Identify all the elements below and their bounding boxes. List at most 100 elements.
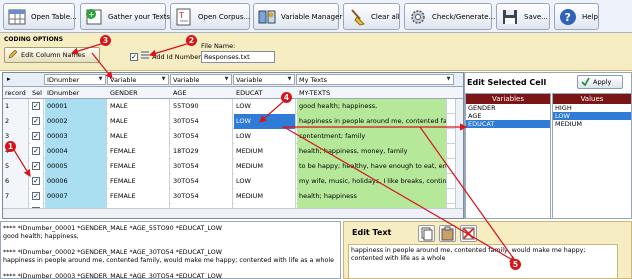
col-mytexts[interactable]: MY-TEXTS — [297, 87, 447, 99]
value-item[interactable]: HIGH — [553, 104, 631, 112]
header-type-mytexts[interactable]: My Texts ▼ — [296, 74, 454, 85]
table-row[interactable]: 2 ✓ 00002 MALE 30TO54 LOW happiness in people … — [3, 114, 463, 129]
grid-horizontal-scrollbar[interactable] — [3, 208, 463, 218]
cell-mytexts[interactable]: to be happy; healthy, have enough to eat… — [297, 159, 447, 174]
corpus-output-text[interactable]: **** *IDnumber_00001 *GENDER_MALE *AGE_5… — [0, 221, 341, 279]
variable-item[interactable]: EDUCAT — [466, 120, 550, 128]
grid-vertical-scrollbar[interactable] — [455, 99, 463, 209]
cell-educat[interactable]: LOW — [234, 129, 296, 144]
cell-sel-checkbox[interactable]: ✓ — [30, 174, 44, 189]
header-type-age[interactable]: Variable ▼ — [170, 74, 232, 85]
cell-record[interactable]: 7 — [3, 189, 29, 204]
col-age[interactable]: AGE — [171, 87, 233, 99]
cell-idnumber[interactable]: 00004 — [45, 144, 107, 159]
cell-age[interactable]: 18TO29 — [171, 144, 233, 159]
table-row[interactable]: 6 ✓ 00006 FEMALE 30TO54 LOW my wife, music, ho… — [3, 174, 463, 189]
table-row[interactable]: 4✓00004FEMALE18TO29MEDIUMhealth; happine… — [3, 144, 463, 159]
header-type-gender[interactable]: Variable ▼ — [107, 74, 169, 85]
callout-3: 3 — [100, 35, 111, 46]
cell-record[interactable]: 2 — [3, 114, 29, 129]
cell-idnumber[interactable]: 00002 — [45, 114, 107, 129]
row-select-checkbox[interactable]: ✓ — [32, 192, 40, 200]
col-idnumber[interactable]: IDnumber — [45, 87, 107, 99]
cell-educat[interactable]: MEDIUM — [234, 159, 296, 174]
cell-age[interactable]: 30TO54 — [171, 114, 233, 129]
cell-sel-checkbox[interactable]: ✓ — [30, 144, 44, 159]
check-generate-button[interactable]: Check/Generate... — [404, 3, 495, 30]
cell-gender[interactable]: FEMALE — [108, 159, 170, 174]
cell-gender[interactable]: FEMALE — [108, 144, 170, 159]
cell-record[interactable]: 6 — [3, 174, 29, 189]
paste-icon[interactable] — [439, 225, 456, 242]
gather-texts-button[interactable]: + Gather your Texts — [80, 3, 170, 30]
header-type-educat[interactable]: Variable ▼ — [233, 74, 295, 85]
add-id-numbers-option[interactable]: ✓ Add Id Numbers — [130, 51, 204, 62]
cell-idnumber[interactable]: 00007 — [45, 189, 107, 204]
table-row[interactable]: 1 ✓ 00001 MALE 55TO90 LOW good health; happine… — [3, 99, 463, 114]
save-button[interactable]: Save... — [496, 3, 550, 30]
data-grid: ▸ IDnumber ▼ Variable ▼ Variable ▼ Variable… — [2, 72, 464, 219]
cell-sel-checkbox[interactable]: ✓ — [30, 99, 44, 114]
open-table-button[interactable]: Open Table... — [3, 3, 77, 30]
variable-item[interactable]: GENDER — [466, 104, 550, 112]
file-name-input[interactable]: Responses.txt — [201, 51, 275, 63]
table-row[interactable]: 3 ✓ 00003 MALE 30TO54 LOW contentment; family — [3, 129, 463, 144]
cell-mytexts[interactable]: health; happiness — [297, 189, 447, 204]
cell-mytexts[interactable]: my wife, music, holidays, I like breaks,… — [297, 174, 447, 189]
table-row[interactable]: 7 ✓ 00007 FEMALE 30TO54 MEDIUM health; happine… — [3, 189, 463, 204]
edit-text-area[interactable]: happiness in people around me, contented… — [348, 244, 618, 279]
header-type-idnumber[interactable]: IDnumber ▼ — [44, 74, 106, 85]
cell-mytexts[interactable]: health; happiness, money, family — [297, 144, 447, 159]
edit-column-names-button[interactable]: Edit Column Names — [4, 47, 100, 63]
col-sel[interactable]: Sel — [30, 87, 44, 99]
cell-record[interactable]: 5 — [3, 159, 29, 174]
col-gender[interactable]: GENDER — [108, 87, 170, 99]
cell-mytexts[interactable]: happiness in people around me, contented… — [297, 114, 447, 129]
variable-item[interactable]: AGE — [466, 112, 550, 120]
cell-educat[interactable]: MEDIUM — [234, 189, 296, 204]
cell-mytexts[interactable]: contentment; family — [297, 129, 447, 144]
cell-educat[interactable]: LOW — [234, 114, 296, 129]
row-select-checkbox[interactable]: ✓ — [32, 147, 40, 155]
delete-icon[interactable] — [460, 225, 477, 242]
add-id-numbers-checkbox[interactable]: ✓ — [130, 52, 138, 61]
cell-age[interactable]: 30TO54 — [171, 129, 233, 144]
apply-button[interactable]: Apply — [577, 75, 623, 89]
value-item[interactable]: LOW — [553, 112, 631, 120]
row-select-checkbox[interactable]: ✓ — [32, 102, 40, 110]
cell-sel-checkbox[interactable]: ✓ — [30, 159, 44, 174]
cell-age[interactable]: 30TO54 — [171, 159, 233, 174]
cell-gender[interactable]: FEMALE — [108, 189, 170, 204]
cell-gender[interactable]: MALE — [108, 114, 170, 129]
help-button[interactable]: ? Help — [554, 3, 599, 30]
col-record[interactable]: record — [3, 87, 29, 99]
row-select-checkbox[interactable]: ✓ — [32, 132, 40, 140]
value-item[interactable]: MEDIUM — [553, 120, 631, 128]
row-select-checkbox[interactable]: ✓ — [32, 162, 40, 170]
copy-icon[interactable] — [418, 225, 435, 242]
cell-idnumber[interactable]: 00005 — [45, 159, 107, 174]
table-row[interactable]: 5 ✓ 00005 FEMALE 30TO54 MEDIUM to be happy; he… — [3, 159, 463, 174]
cell-idnumber[interactable]: 00003 — [45, 129, 107, 144]
cell-idnumber[interactable]: 00006 — [45, 174, 107, 189]
cell-age[interactable]: 30TO54 — [171, 174, 233, 189]
cell-age[interactable]: 55TO90 — [171, 99, 233, 114]
cell-age[interactable]: 30TO54 — [171, 189, 233, 204]
cell-sel-checkbox[interactable]: ✓ — [30, 129, 44, 144]
cell-mytexts[interactable]: good health; happiness, — [297, 99, 447, 114]
callout-1: 1 — [5, 141, 16, 152]
open-corpus-button[interactable]: T Open Corpus... — [170, 3, 250, 30]
variable-manager-button[interactable]: Variable Manager — [253, 3, 342, 30]
row-select-checkbox[interactable]: ✓ — [32, 177, 40, 185]
cell-sel-checkbox[interactable]: ✓ — [30, 114, 44, 129]
cell-sel-checkbox[interactable]: ✓ — [30, 189, 44, 204]
cell-gender[interactable]: FEMALE — [108, 174, 170, 189]
clear-all-button[interactable]: Clear all — [343, 3, 400, 30]
cell-gender[interactable]: MALE — [108, 129, 170, 144]
cell-record[interactable]: 1 — [3, 99, 29, 114]
row-select-checkbox[interactable]: ✓ — [32, 117, 40, 125]
cell-idnumber[interactable]: 00001 — [45, 99, 107, 114]
cell-educat[interactable]: MEDIUM — [234, 144, 296, 159]
cell-educat[interactable]: LOW — [234, 174, 296, 189]
cell-gender[interactable]: MALE — [108, 99, 170, 114]
